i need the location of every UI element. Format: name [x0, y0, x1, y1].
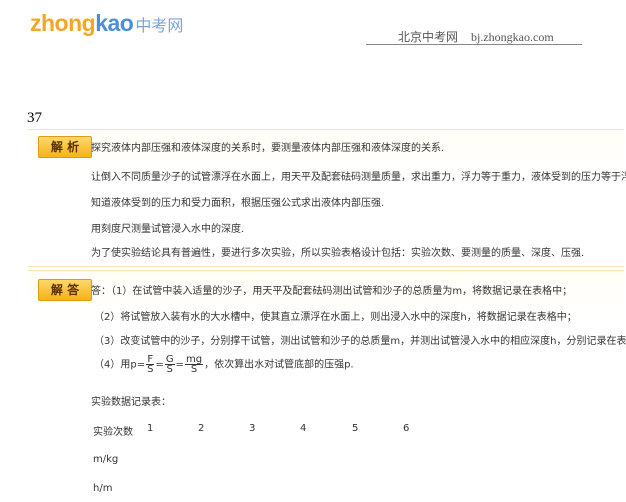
table-column-header: 6: [403, 423, 410, 434]
question-number: 37: [27, 110, 42, 126]
fraction-f-over-s: FS: [146, 355, 155, 375]
header-divider: [366, 44, 582, 45]
fraction-denominator: S: [166, 364, 173, 375]
table-column-header: 5: [352, 423, 359, 434]
fraction-mg-over-s: mg S: [184, 355, 204, 375]
logo-text-cn: 中考网: [135, 18, 184, 35]
site-name: 北京中考网: [398, 30, 459, 44]
formula-suffix: ，依次算出水对试管底部的压强p.: [204, 359, 354, 371]
answer-panel: 解 答 答：（1）在试管中装入适量的沙子，用天平及配套砝码测出试管和沙子的总质量…: [28, 270, 626, 502]
table-column-header: 4: [300, 423, 307, 434]
logo-text-kao: kao: [95, 10, 134, 36]
analysis-panel: 解 析 探究液体内部压强和液体深度的关系时，要测量液体内部压强和液体深度的关系.…: [28, 129, 626, 267]
site-logo[interactable]: zhongkao 中考网: [30, 10, 183, 37]
analysis-badge: 解 析: [38, 136, 92, 158]
analysis-line: 探究液体内部压强和液体深度的关系时，要测量液体内部压强和液体深度的关系.: [91, 143, 445, 154]
table-row-label: m/kg: [93, 454, 119, 465]
fraction-denominator: S: [190, 364, 198, 375]
analysis-line: 用刻度尺测量试管浸入水中的深度.: [91, 224, 245, 235]
analysis-line: 为了使实验结论具有普遍性，要进行多次实验，所以实验表格设计包括：实验次数、要测量…: [91, 248, 585, 259]
formula-equals: =: [155, 359, 164, 371]
answer-step: （2）将试管放入装有水的大水槽中，使其直立漂浮在水面上，则出浸入水中的深度h，将…: [94, 312, 577, 323]
fraction-g-over-s: GS: [164, 355, 175, 375]
table-header-label: 实验次数: [93, 427, 133, 438]
analysis-line: 知道液体受到的压力和受力面积，根据压强公式求出液体内部压强.: [91, 198, 385, 209]
answer-step: （3）改变试管中的沙子，分别撑干试管，测出试管和沙子的总质量m，并测出试管浸入水…: [94, 336, 626, 347]
analysis-line: 让倒入不同质量沙子的试管漂浮在水面上，用天平及配套砝码测量质量，求出重力，浮力等…: [91, 172, 626, 183]
answer-step: 答：（1）在试管中装入适量的沙子，用天平及配套砝码测出试管和沙子的总质量为m，将…: [91, 286, 573, 297]
site-info: 北京中考网 bj.zhongkao.com: [398, 28, 554, 45]
answer-step-formula: （4）用p= F S = G S = mg S ，依次算出水对试管底部的压强p.: [94, 355, 354, 375]
fraction-denominator: S: [147, 364, 154, 375]
table-caption: 实验数据记录表：: [91, 397, 171, 408]
table-column-header: 2: [198, 423, 205, 434]
logo-text-zhong: zhong: [30, 10, 96, 36]
answer-badge: 解 答: [38, 279, 92, 301]
formula-equals: =: [175, 359, 184, 371]
formula-prefix: （4）用p=: [94, 359, 146, 371]
table-column-header: 1: [147, 423, 154, 434]
site-url-link[interactable]: bj.zhongkao.com: [471, 30, 554, 44]
table-column-header: 3: [249, 423, 256, 434]
table-row-label: h/m: [93, 483, 113, 494]
